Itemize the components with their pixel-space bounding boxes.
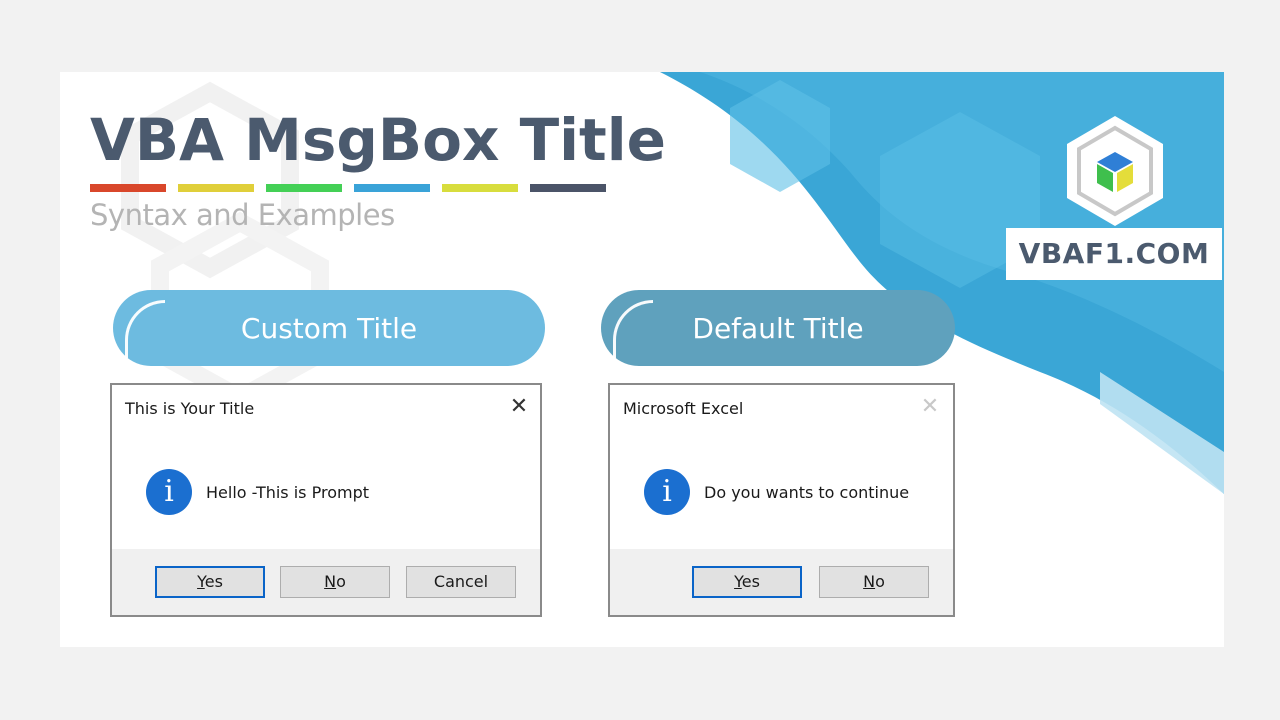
default-title-label: Default Title bbox=[692, 311, 864, 345]
dialog-button-bar: Yes No bbox=[610, 549, 953, 615]
yes-button[interactable]: Yes bbox=[692, 566, 802, 598]
yes-button-access-key: Y bbox=[734, 572, 742, 591]
accent-bar-navy bbox=[530, 184, 606, 192]
msgbox-default-dialog: Microsoft Excel ✕ i Do you wants to cont… bbox=[608, 383, 955, 617]
brand-badge: VBAF1.COM bbox=[1006, 228, 1222, 280]
accent-bar-red bbox=[90, 184, 166, 192]
dialog-title: Microsoft Excel bbox=[623, 399, 744, 418]
pill-swoosh bbox=[125, 300, 165, 358]
accent-bar-yellow bbox=[178, 184, 254, 192]
accent-bars bbox=[90, 184, 610, 192]
dialog-prompt: Do you wants to continue bbox=[704, 483, 910, 502]
dialog-prompt: Hello -This is Prompt bbox=[206, 483, 369, 502]
info-icon: i bbox=[146, 469, 192, 515]
page-subtitle: Syntax and Examples bbox=[90, 198, 395, 232]
close-icon: ✕ bbox=[920, 394, 940, 419]
accent-bar-blue bbox=[354, 184, 430, 192]
pill-swoosh bbox=[613, 300, 653, 358]
no-button-label: o bbox=[336, 572, 346, 591]
brand-name: VBAF1.COM bbox=[1018, 237, 1210, 270]
cancel-button-label: Cancel bbox=[433, 572, 489, 591]
no-button[interactable]: No bbox=[819, 566, 929, 598]
close-icon[interactable]: ✕ bbox=[506, 394, 532, 420]
accent-bar-green bbox=[266, 184, 342, 192]
yes-button-label: es bbox=[204, 572, 223, 591]
dialog-button-bar: Yes No Cancel bbox=[112, 549, 540, 615]
default-title-pill: Default Title bbox=[601, 290, 955, 366]
yes-button-label: es bbox=[741, 572, 760, 591]
info-icon: i bbox=[644, 469, 690, 515]
accent-bar-lime bbox=[442, 184, 518, 192]
no-button-access-key: N bbox=[324, 572, 337, 591]
vbaf1-logo-icon bbox=[1067, 116, 1163, 226]
yes-button-access-key: Y bbox=[197, 572, 205, 591]
dialog-title: This is Your Title bbox=[125, 399, 255, 418]
page-title: VBA MsgBox Title bbox=[90, 106, 666, 174]
custom-title-pill: Custom Title bbox=[113, 290, 545, 366]
banner-canvas: VBA MsgBox Title Syntax and Examples Cus… bbox=[60, 72, 1224, 647]
custom-title-label: Custom Title bbox=[240, 311, 418, 345]
yes-button[interactable]: Yes bbox=[155, 566, 265, 598]
no-button-label: o bbox=[875, 572, 885, 591]
no-button[interactable]: No bbox=[280, 566, 390, 598]
no-button-access-key: N bbox=[863, 572, 876, 591]
msgbox-custom-dialog: This is Your Title ✕ i Hello -This is Pr… bbox=[110, 383, 542, 617]
cancel-button[interactable]: Cancel bbox=[406, 566, 516, 598]
